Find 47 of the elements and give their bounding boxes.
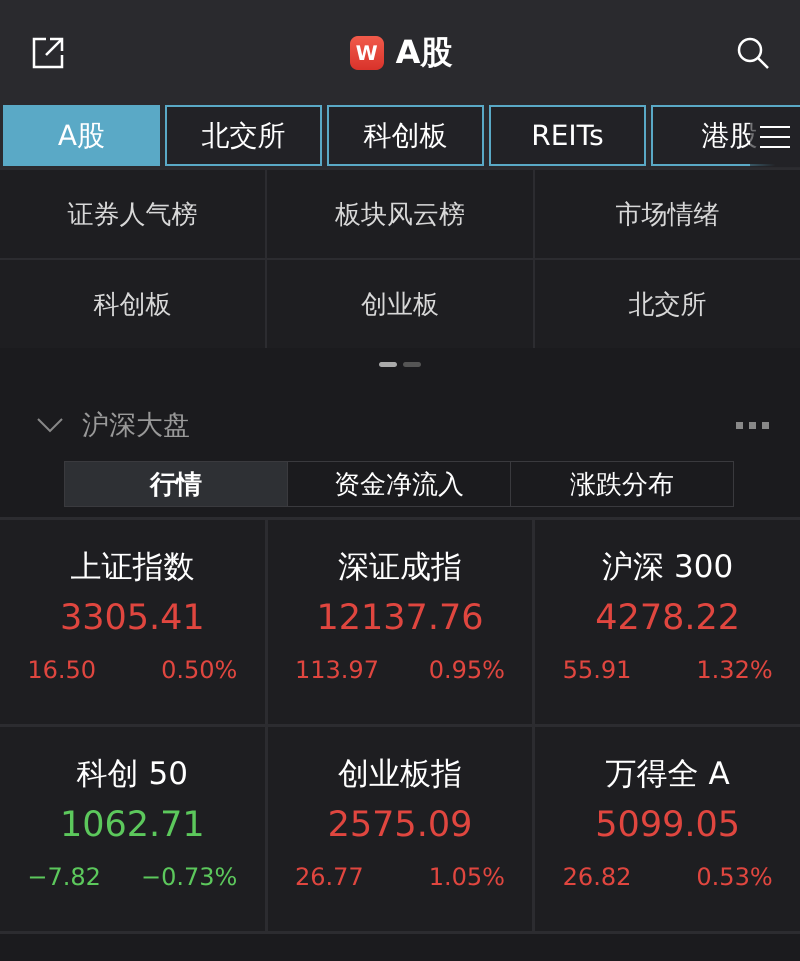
- index-card[interactable]: 万得全 A 5099.05 26.82 0.53%: [535, 727, 800, 931]
- index-name: 深证成指: [338, 548, 462, 587]
- index-name: 创业板指: [338, 755, 462, 794]
- change-value: −7.82: [27, 863, 101, 891]
- change-percent: 1.05%: [428, 863, 505, 891]
- more-icon[interactable]: [736, 420, 770, 430]
- change-percent: 1.32%: [696, 656, 773, 684]
- app-logo: W: [350, 36, 384, 70]
- market-tab[interactable]: 北交所: [165, 105, 322, 166]
- shortcut-item[interactable]: 北交所: [534, 260, 800, 348]
- shortcut-item[interactable]: 证券人气榜: [0, 170, 266, 258]
- index-card[interactable]: 创业板指 2575.09 26.77 1.05%: [268, 727, 532, 931]
- index-price: 1062.71: [60, 805, 205, 845]
- section-title: 沪深大盘: [82, 409, 191, 443]
- change-value: 16.50: [27, 656, 96, 684]
- change-value: 113.97: [294, 656, 379, 684]
- index-card[interactable]: 沪深 300 4278.22 55.91 1.32%: [535, 520, 800, 724]
- change-value: 55.91: [562, 656, 632, 684]
- index-price: 2575.09: [328, 805, 472, 845]
- search-icon[interactable]: [736, 36, 770, 70]
- index-price: 12137.76: [316, 598, 484, 638]
- index-price: 4278.22: [595, 598, 740, 638]
- shortcut-item[interactable]: 创业板: [267, 260, 533, 348]
- change-value: 26.82: [562, 863, 632, 891]
- index-name: 上证指数: [70, 548, 194, 587]
- menu-icon[interactable]: [760, 125, 790, 149]
- change-percent: 0.53%: [696, 863, 773, 891]
- market-tab[interactable]: 科创板: [327, 105, 484, 166]
- index-price: 5099.05: [595, 805, 740, 845]
- market-tab[interactable]: REITs: [489, 105, 646, 166]
- shortcut-item[interactable]: 科创板: [0, 260, 266, 348]
- index-card[interactable]: 科创 50 1062.71 −7.82 −0.73%: [0, 727, 265, 931]
- index-card[interactable]: 深证成指 12137.76 113.97 0.95%: [268, 520, 532, 724]
- segment-tab[interactable]: 行情: [65, 462, 287, 506]
- index-name: 科创 50: [76, 755, 188, 794]
- shortcut-item[interactable]: 板块风云榜: [267, 170, 533, 258]
- index-price: 3305.41: [60, 598, 205, 638]
- index-card[interactable]: 上证指数 3305.41 16.50 0.50%: [0, 520, 265, 724]
- chevron-icon[interactable]: [36, 417, 64, 433]
- index-name: 沪深 300: [602, 548, 734, 587]
- change-percent: 0.50%: [161, 656, 238, 684]
- change-percent: −0.73%: [140, 863, 238, 891]
- index-name: 万得全 A: [606, 755, 730, 794]
- change-value: 26.77: [294, 863, 364, 891]
- page-title: A股: [396, 32, 452, 72]
- shortcut-item[interactable]: 市场情绪: [534, 170, 800, 258]
- change-percent: 0.95%: [428, 656, 505, 684]
